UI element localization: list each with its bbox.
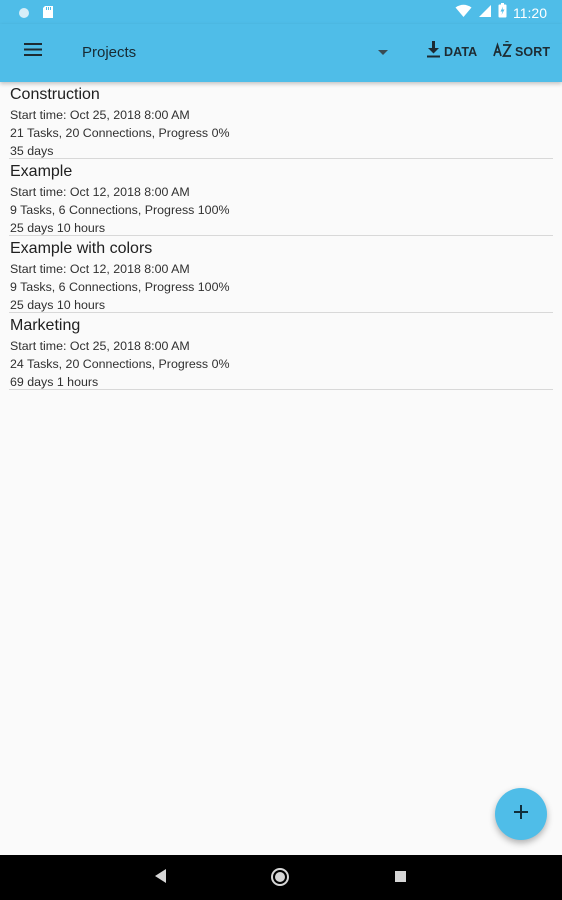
wifi-icon bbox=[455, 4, 472, 23]
status-bar: 11:20 bbox=[0, 0, 562, 24]
battery-icon bbox=[498, 3, 507, 23]
sd-card-icon bbox=[42, 5, 54, 24]
project-start-time: Start time: Oct 12, 2018 8:00 AM bbox=[10, 262, 190, 276]
back-icon[interactable] bbox=[153, 868, 168, 889]
download-icon bbox=[426, 41, 441, 63]
project-duration: 69 days 1 hours bbox=[10, 375, 99, 389]
project-name: Example bbox=[10, 163, 73, 180]
status-right-icons: 11:20 bbox=[455, 3, 547, 23]
project-selector-label: Projects bbox=[82, 44, 137, 61]
project-duration: 35 days bbox=[10, 144, 54, 158]
data-button[interactable]: DATA bbox=[426, 40, 477, 64]
sort-button-label: SORT bbox=[515, 45, 551, 59]
home-icon[interactable] bbox=[270, 867, 290, 892]
project-name: Marketing bbox=[10, 317, 81, 334]
notification-circle-icon bbox=[18, 6, 30, 24]
project-start-time: Start time: Oct 25, 2018 8:00 AM bbox=[10, 339, 190, 353]
status-time: 11:20 bbox=[513, 5, 547, 21]
add-project-button[interactable] bbox=[495, 788, 547, 840]
recents-icon[interactable] bbox=[395, 871, 406, 882]
project-summary: 21 Tasks, 20 Connections, Progress 0% bbox=[10, 126, 230, 140]
project-item[interactable]: Marketing Start time: Oct 25, 2018 8:00 … bbox=[9, 313, 553, 390]
project-selector[interactable]: Projects bbox=[82, 39, 394, 67]
signal-icon bbox=[478, 4, 492, 23]
project-item[interactable]: Example with colors Start time: Oct 12, … bbox=[9, 236, 553, 313]
app-bar: Projects DATA SORT bbox=[0, 24, 562, 82]
status-left-icons bbox=[18, 5, 54, 24]
project-name: Example with colors bbox=[10, 240, 153, 257]
az-sort-icon bbox=[493, 40, 513, 63]
menu-button[interactable] bbox=[20, 39, 46, 65]
hamburger-menu-icon bbox=[24, 43, 42, 61]
project-summary: 9 Tasks, 6 Connections, Progress 100% bbox=[10, 203, 230, 217]
project-duration: 25 days 10 hours bbox=[10, 221, 106, 235]
project-summary: 9 Tasks, 6 Connections, Progress 100% bbox=[10, 280, 230, 294]
dropdown-caret-icon bbox=[378, 50, 388, 55]
sort-button[interactable]: SORT bbox=[493, 40, 550, 64]
plus-icon bbox=[514, 804, 528, 824]
navigation-bar bbox=[0, 855, 562, 900]
project-start-time: Start time: Oct 12, 2018 8:00 AM bbox=[10, 185, 190, 199]
project-list: Construction Start time: Oct 25, 2018 8:… bbox=[9, 82, 553, 390]
project-item[interactable]: Example Start time: Oct 12, 2018 8:00 AM… bbox=[9, 159, 553, 236]
project-duration: 25 days 10 hours bbox=[10, 298, 106, 312]
project-name: Construction bbox=[10, 86, 100, 103]
project-start-time: Start time: Oct 25, 2018 8:00 AM bbox=[10, 108, 190, 122]
data-button-label: DATA bbox=[444, 45, 478, 59]
project-summary: 24 Tasks, 20 Connections, Progress 0% bbox=[10, 357, 230, 371]
project-item[interactable]: Construction Start time: Oct 25, 2018 8:… bbox=[9, 82, 553, 159]
